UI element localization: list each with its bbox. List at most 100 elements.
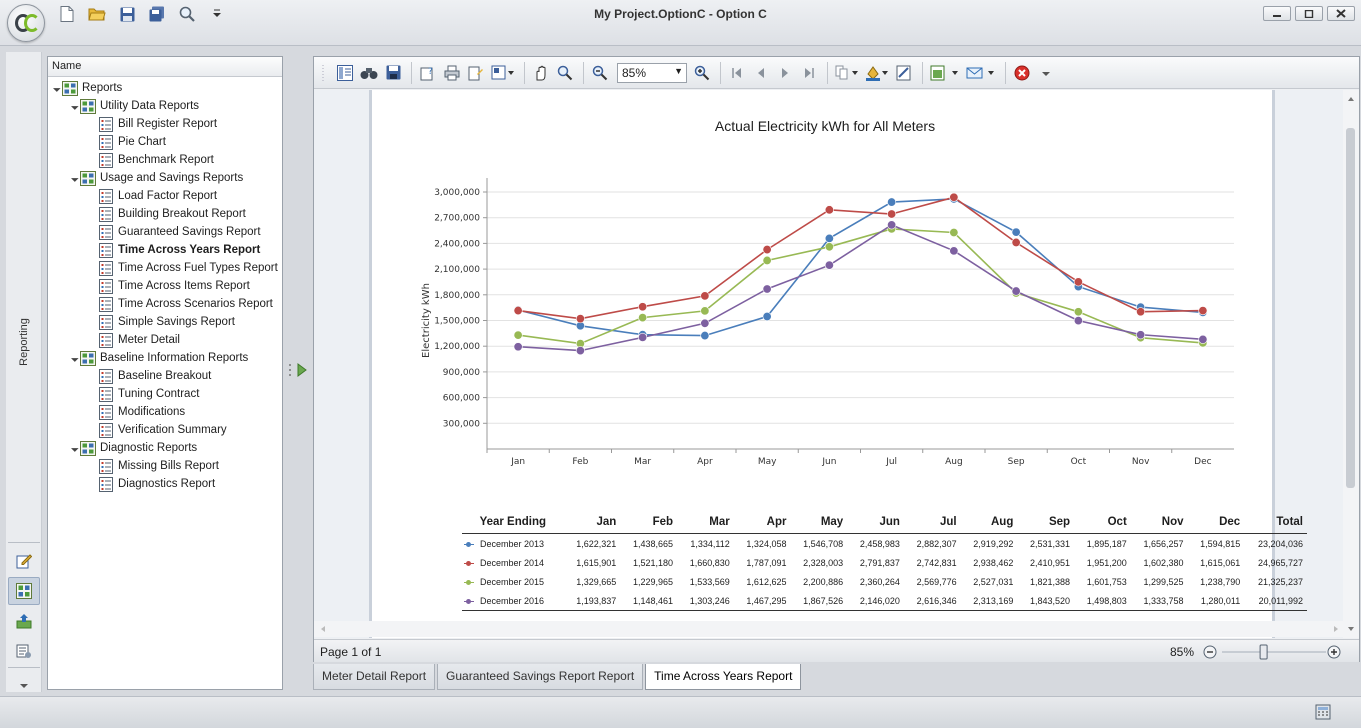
toolbar-options-chevron-icon[interactable] [1035,62,1057,84]
tree-report-node[interactable]: Missing Bills Report [48,457,282,475]
first-page-icon[interactable] [726,62,748,84]
zoom-out-icon[interactable] [589,62,611,84]
data-label: 2,791,837 [859,558,900,568]
x-tick-label: Dec [1194,457,1211,467]
data-label: 1,821,388 [1030,577,1071,587]
tree-report-node[interactable]: Baseline Breakout [48,367,282,385]
magnifier-icon[interactable] [554,62,576,84]
multiple-pages-icon[interactable] [833,62,861,84]
tree-report-node[interactable]: Building Breakout Report [48,205,282,223]
watermark-icon[interactable] [893,62,915,84]
tree-report-node[interactable]: Time Across Items Report [48,277,282,295]
vertical-scroll-thumb[interactable] [1346,128,1355,488]
page-layout-icon[interactable] [489,62,517,84]
data-label: 1,467,295 [733,591,791,611]
row-total-cell: 24,965,727 [1257,558,1303,568]
tree-report-node[interactable]: Diagnostics Report [48,475,282,493]
tree-report-node[interactable]: Modifications [48,403,282,421]
tree-group-node[interactable]: ◢ Utility Data Reports [48,97,282,115]
calculator-icon[interactable] [1315,704,1331,723]
close-preview-icon[interactable] [1011,62,1033,84]
minimize-button[interactable] [1263,6,1291,21]
reporting-nav-label[interactable]: Reporting [6,302,42,382]
edit-icon[interactable] [8,547,40,575]
tree-report-node[interactable]: Time Across Fuel Types Report [48,259,282,277]
tree-group-node[interactable]: ◢ Baseline Information Reports [48,349,282,367]
tree-report-node[interactable]: Time Across Years Report [48,241,282,259]
data-point [887,209,897,219]
document-tab[interactable]: Guaranteed Savings Report Report [437,664,644,690]
data-point [1011,237,1021,247]
vertical-scrollbar[interactable] [1343,90,1359,638]
tree-report-node[interactable]: Pie Chart [48,133,282,151]
table-header-cell: Apr [733,513,791,534]
settings-icon[interactable] [8,637,40,665]
legend-swatch [464,599,474,605]
panel-splitter-arrow-icon[interactable] [288,360,308,380]
tree-node-label: Baseline Information Reports [100,352,249,364]
print-icon[interactable] [441,62,463,84]
save-report-icon[interactable] [382,62,404,84]
page-setup-icon[interactable]: ? [417,62,439,84]
send-email-icon[interactable] [964,62,998,84]
export-document-icon[interactable] [928,62,962,84]
data-point [1136,307,1146,317]
tree-report-node[interactable]: Time Across Scenarios Report [48,295,282,313]
table-header-cell: Feb [620,513,678,534]
data-point [513,342,523,352]
zoom-slider-thumb[interactable] [1259,644,1268,660]
tree-node-label: Meter Detail [118,334,180,346]
data-label: 1,787,091 [746,558,787,568]
tree-group-node[interactable]: ◢ Reports [48,79,282,97]
series-name: December 2013 [480,539,545,549]
document-map-icon[interactable] [334,62,356,84]
document-tab[interactable]: Meter Detail Report [313,664,436,690]
background-color-icon[interactable] [863,62,891,84]
tree-report-node[interactable]: Simple Savings Report [48,313,282,331]
hand-tool-icon[interactable] [530,62,552,84]
tree-report-node[interactable]: Guaranteed Savings Report [48,223,282,241]
close-button[interactable] [1327,6,1355,21]
tree-report-node[interactable]: Load Factor Report [48,187,282,205]
tree-node-label: Usage and Savings Reports [100,172,244,184]
tree-group-node[interactable]: ◢ Usage and Savings Reports [48,169,282,187]
previous-page-icon[interactable] [750,62,772,84]
quick-print-icon[interactable] [465,62,487,84]
last-page-icon[interactable] [798,62,820,84]
report-icon [98,242,114,258]
data-point [762,255,772,265]
zoom-percent-label: 85% [1170,645,1195,659]
tree-column-header[interactable]: Name [48,57,282,77]
tree-report-node[interactable]: Verification Summary [48,421,282,439]
tree-report-node[interactable]: Bill Register Report [48,115,282,133]
tree-node-label: Verification Summary [118,424,227,436]
export-icon[interactable] [8,607,40,635]
next-page-icon[interactable] [774,62,796,84]
series-name-cell: December 2015 [462,572,564,591]
x-tick-label: Aug [945,457,963,467]
data-label: 1,601,753 [1086,577,1127,587]
y-tick-label: 2,100,000 [434,265,480,275]
maximize-button[interactable] [1295,6,1323,21]
data-point [824,242,834,252]
zoom-select[interactable]: 85% ▼ [617,62,687,83]
zoom-in-icon[interactable] [691,62,713,84]
tree-group-node[interactable]: ◢ Diagnostic Reports [48,439,282,457]
document-tabs: Meter Detail Report Guaranteed Savings Re… [313,664,803,690]
tree-report-node[interactable]: Tuning Contract [48,385,282,403]
svg-text:?: ? [428,67,433,77]
x-tick-label: Sep [1008,457,1025,467]
reports-view-icon[interactable] [8,577,40,605]
data-point [824,260,834,270]
report-icon [98,188,114,204]
tree-node-label: Time Across Years Report [118,244,261,256]
tree-report-node[interactable]: Meter Detail [48,331,282,349]
horizontal-scrollbar[interactable] [314,621,1345,637]
tree-report-node[interactable]: Benchmark Report [48,151,282,169]
zoom-slider[interactable] [1202,643,1342,661]
data-label: 1,602,380 [1143,558,1184,568]
report-group-icon [80,98,96,114]
find-binoculars-icon[interactable] [358,62,380,84]
document-tab[interactable]: Time Across Years Report [645,664,802,690]
data-point [762,284,772,294]
